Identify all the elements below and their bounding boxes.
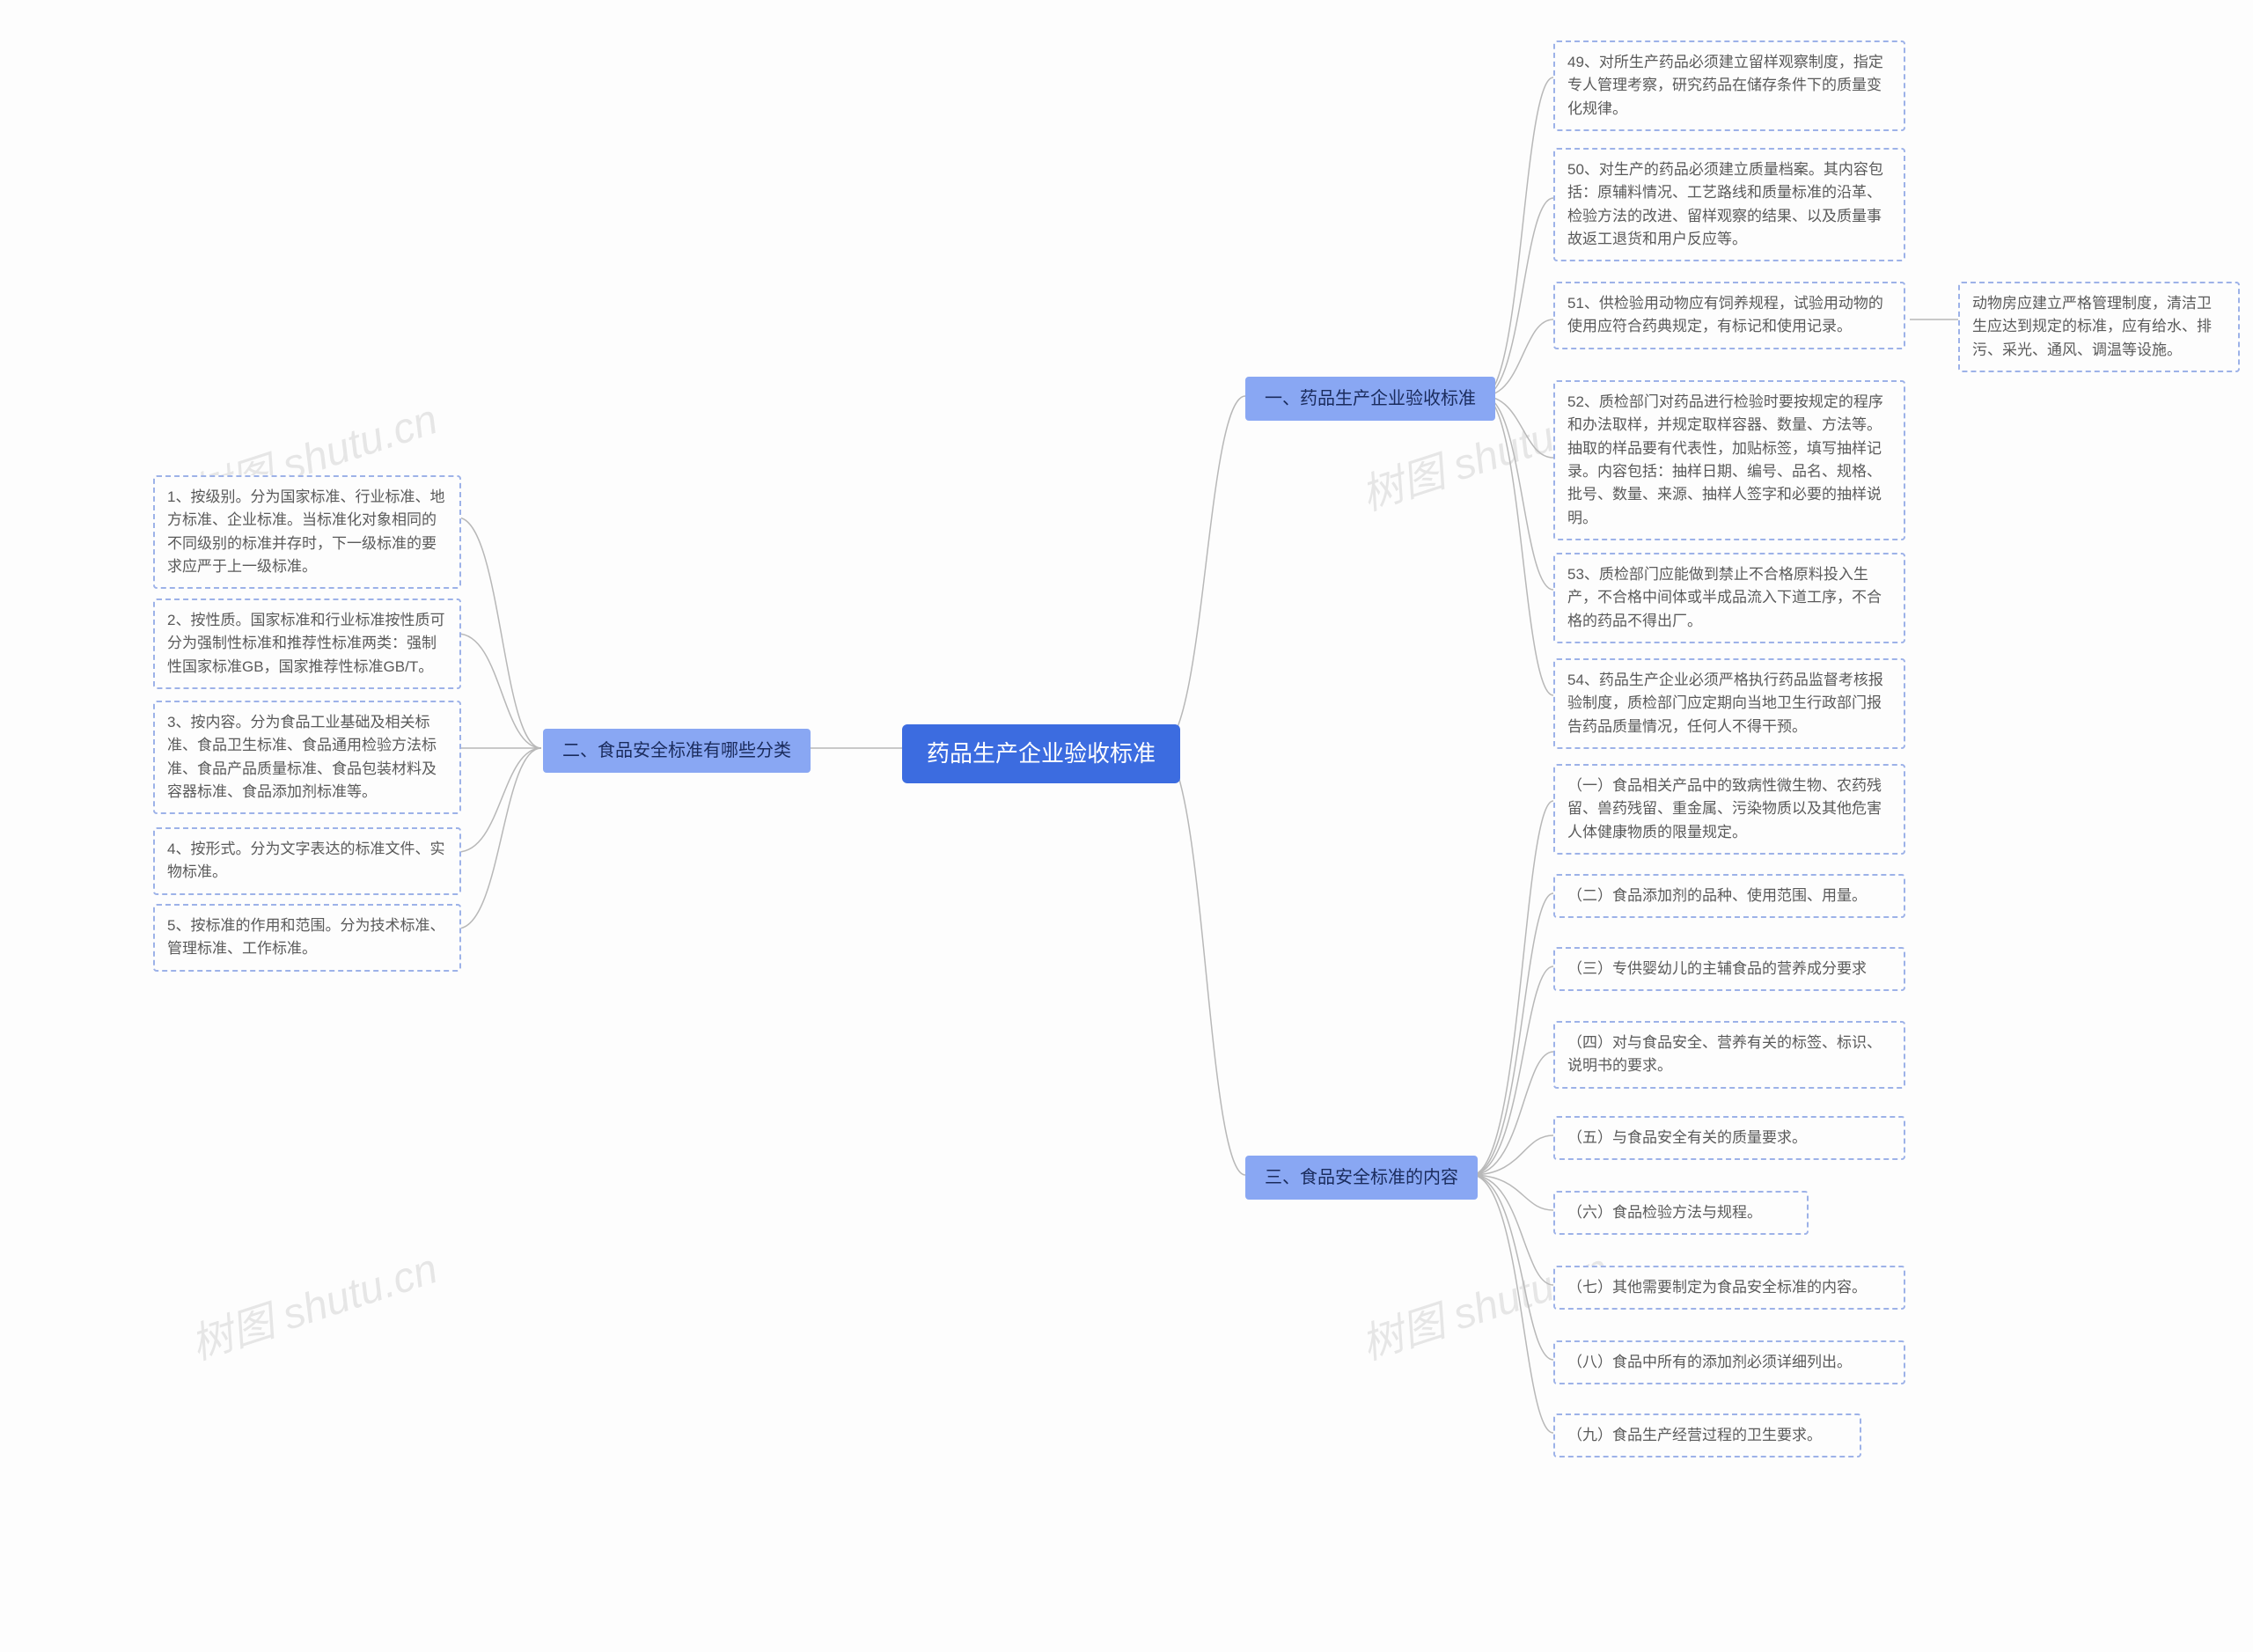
connector-lines [0,0,2253,1652]
leaf-r1-49: 49、对所生产药品必须建立留样观察制度，指定专人管理考察，研究药品在储存条件下的… [1553,40,1905,131]
leaf-r1-50: 50、对生产的药品必须建立质量档案。其内容包括：原辅料情况、工艺路线和质量标准的… [1553,148,1905,261]
root-node[interactable]: 药品生产企业验收标准 [902,724,1180,783]
leaf-r1-54: 54、药品生产企业必须严格执行药品监督考核报验制度，质检部门应定期向当地卫生行政… [1553,658,1905,749]
branch-pharma-acceptance[interactable]: 一、药品生产企业验收标准 [1245,377,1495,421]
leaf-r2-3: （三）专供婴幼儿的主辅食品的营养成分要求 [1553,947,1905,991]
branch-food-safety-categories[interactable]: 二、食品安全标准有哪些分类 [543,729,811,773]
leaf-left-2: 2、按性质。国家标准和行业标准按性质可分为强制性标准和推荐性标准两类：强制性国家… [153,598,461,689]
leaf-r2-9: （九）食品生产经营过程的卫生要求。 [1553,1413,1861,1457]
leaf-r2-6: （六）食品检验方法与规程。 [1553,1191,1809,1235]
leaf-r2-1: （一）食品相关产品中的致病性微生物、农药残留、兽药残留、重金属、污染物质以及其他… [1553,764,1905,855]
leaf-left-1: 1、按级别。分为国家标准、行业标准、地方标准、企业标准。当标准化对象相同的不同级… [153,475,461,589]
leaf-left-5: 5、按标准的作用和范围。分为技术标准、管理标准、工作标准。 [153,904,461,972]
leaf-r2-5: （五）与食品安全有关的质量要求。 [1553,1116,1905,1160]
watermark: 树图 shutu.cn [181,1234,444,1371]
leaf-left-4: 4、按形式。分为文字表达的标准文件、实物标准。 [153,827,461,895]
leaf-r1-53: 53、质检部门应能做到禁止不合格原料投入生产，不合格中间体或半成品流入下道工序，… [1553,553,1905,643]
leaf-r2-8: （八）食品中所有的添加剂必须详细列出。 [1553,1340,1905,1384]
leaf-r1-52: 52、质检部门对药品进行检验时要按规定的程序和办法取样，并规定取样容器、数量、方… [1553,380,1905,540]
branch-food-safety-content[interactable]: 三、食品安全标准的内容 [1245,1156,1478,1200]
leaf-r2-4: （四）对与食品安全、营养有关的标签、标识、说明书的要求。 [1553,1021,1905,1089]
leaf-r1-51: 51、供检验用动物应有饲养规程，试验用动物的使用应符合药典规定，有标记和使用记录… [1553,282,1905,349]
leaf-r2-7: （七）其他需要制定为食品安全标准的内容。 [1553,1266,1905,1310]
leaf-r2-2: （二）食品添加剂的品种、使用范围、用量。 [1553,874,1905,918]
leaf-left-3: 3、按内容。分为食品工业基础及相关标准、食品卫生标准、食品通用检验方法标准、食品… [153,701,461,814]
leaf-r1-extra: 动物房应建立严格管理制度，清洁卫生应达到规定的标准，应有给水、排污、采光、通风、… [1958,282,2240,372]
